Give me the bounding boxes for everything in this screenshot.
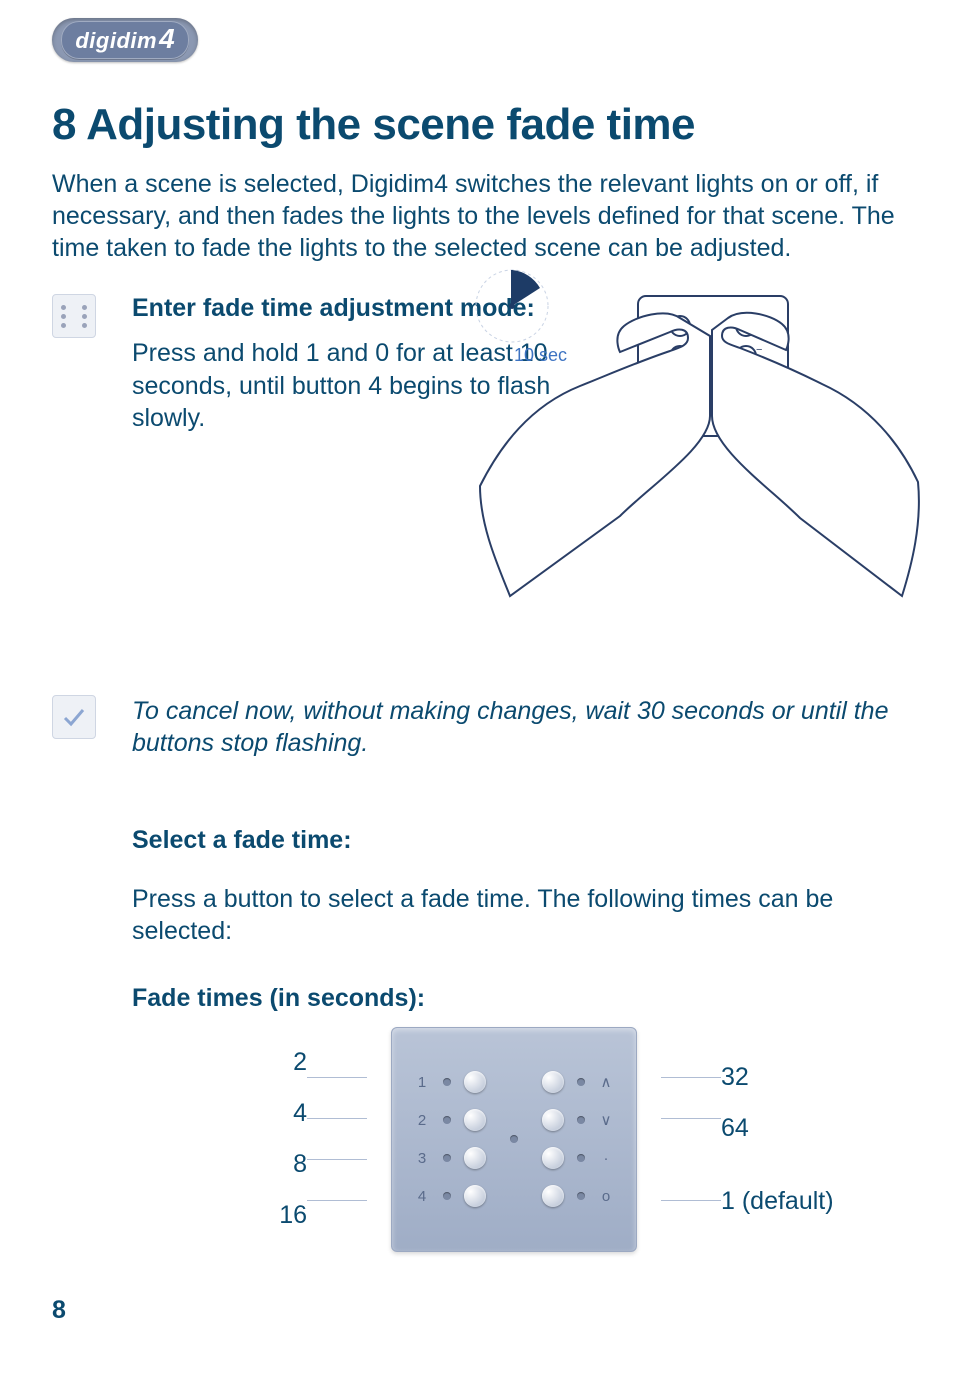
panel-led bbox=[577, 1078, 585, 1086]
fade-time-value: 16 bbox=[279, 1201, 307, 1230]
fade-time-value: 2 bbox=[293, 1048, 307, 1077]
panel-row-4: 4 o bbox=[414, 1185, 614, 1207]
panel-led bbox=[443, 1192, 451, 1200]
panel-row-2: 2 ∨ bbox=[414, 1109, 614, 1131]
check-icon bbox=[52, 695, 96, 739]
panel-row-left-label: 1 bbox=[414, 1074, 430, 1091]
connector-lines-right bbox=[661, 1077, 721, 1201]
panel-row-right-label: ∧ bbox=[598, 1073, 614, 1091]
panel-button bbox=[464, 1109, 486, 1131]
keypad-icon bbox=[52, 294, 96, 338]
keypad-icon-wrapper bbox=[52, 294, 102, 338]
select-title: Select a fade time: bbox=[132, 826, 921, 855]
panel-led bbox=[577, 1116, 585, 1124]
panel-led bbox=[577, 1154, 585, 1162]
cancel-tip-text: To cancel now, without making changes, w… bbox=[132, 695, 900, 760]
step-enter-body: Enter fade time adjustment mode: Press a… bbox=[132, 294, 900, 435]
fade-time-value: 1 (default) bbox=[721, 1187, 834, 1216]
page-title: 8 Adjusting the scene fade time bbox=[52, 100, 900, 150]
fade-time-value: 8 bbox=[293, 1150, 307, 1179]
panel-row-left-label: 2 bbox=[414, 1112, 430, 1129]
panel-led bbox=[577, 1192, 585, 1200]
panel-led bbox=[443, 1078, 451, 1086]
panel-led bbox=[443, 1116, 451, 1124]
brand-logo: digidim 4 bbox=[52, 18, 198, 62]
panel-button bbox=[542, 1071, 564, 1093]
select-text: Press a button to select a fade time. Th… bbox=[132, 883, 921, 948]
panel-row-right-label: o bbox=[598, 1188, 614, 1205]
connector-lines-left bbox=[307, 1077, 367, 1201]
check-icon-wrapper bbox=[52, 695, 102, 739]
fade-times-diagram: 2 4 8 16 1 ∧ 2 bbox=[132, 1027, 921, 1252]
brand-logo-inner: digidim 4 bbox=[61, 21, 188, 59]
panel-button bbox=[542, 1109, 564, 1131]
timer-label: 10 sec bbox=[514, 345, 567, 365]
panel-button bbox=[464, 1071, 486, 1093]
panel-row-3: 3 · bbox=[414, 1147, 614, 1169]
fade-table-title: Fade times (in seconds): bbox=[132, 984, 921, 1013]
hands-illustration: 10 sec + − bbox=[470, 266, 930, 606]
step-cancel-tip: To cancel now, without making changes, w… bbox=[52, 695, 900, 760]
fade-time-value: 64 bbox=[721, 1114, 749, 1143]
panel-row-1: 1 ∧ bbox=[414, 1071, 614, 1093]
panel-row-left-label: 4 bbox=[414, 1188, 430, 1205]
panel-row-right-label: ∨ bbox=[598, 1111, 614, 1129]
intro-paragraph: When a scene is selected, Digidim4 switc… bbox=[52, 168, 900, 264]
panel-row-right-label: · bbox=[598, 1150, 614, 1167]
step-enter-mode: Enter fade time adjustment mode: Press a… bbox=[52, 294, 900, 435]
step-select-fade: Select a fade time: Press a button to se… bbox=[52, 826, 900, 1252]
panel-center-led bbox=[510, 1135, 518, 1143]
panel-button bbox=[464, 1185, 486, 1207]
panel-button bbox=[464, 1147, 486, 1169]
fade-time-value: 32 bbox=[721, 1063, 749, 1092]
panel-row-left-label: 3 bbox=[414, 1150, 430, 1167]
page-number: 8 bbox=[52, 1296, 900, 1325]
fade-times-right-col: 32 64 1 (default) bbox=[721, 1063, 921, 1216]
brand-logo-accent: 4 bbox=[159, 23, 175, 55]
panel-led bbox=[443, 1154, 451, 1162]
panel-button bbox=[542, 1185, 564, 1207]
brand-logo-text: digidim bbox=[75, 28, 157, 54]
keypad-panel: 1 ∧ 2 ∨ 3 bbox=[391, 1027, 637, 1252]
panel-button bbox=[542, 1147, 564, 1169]
fade-times-left-col: 2 4 8 16 bbox=[132, 1048, 307, 1230]
fade-time-value: 4 bbox=[293, 1099, 307, 1128]
